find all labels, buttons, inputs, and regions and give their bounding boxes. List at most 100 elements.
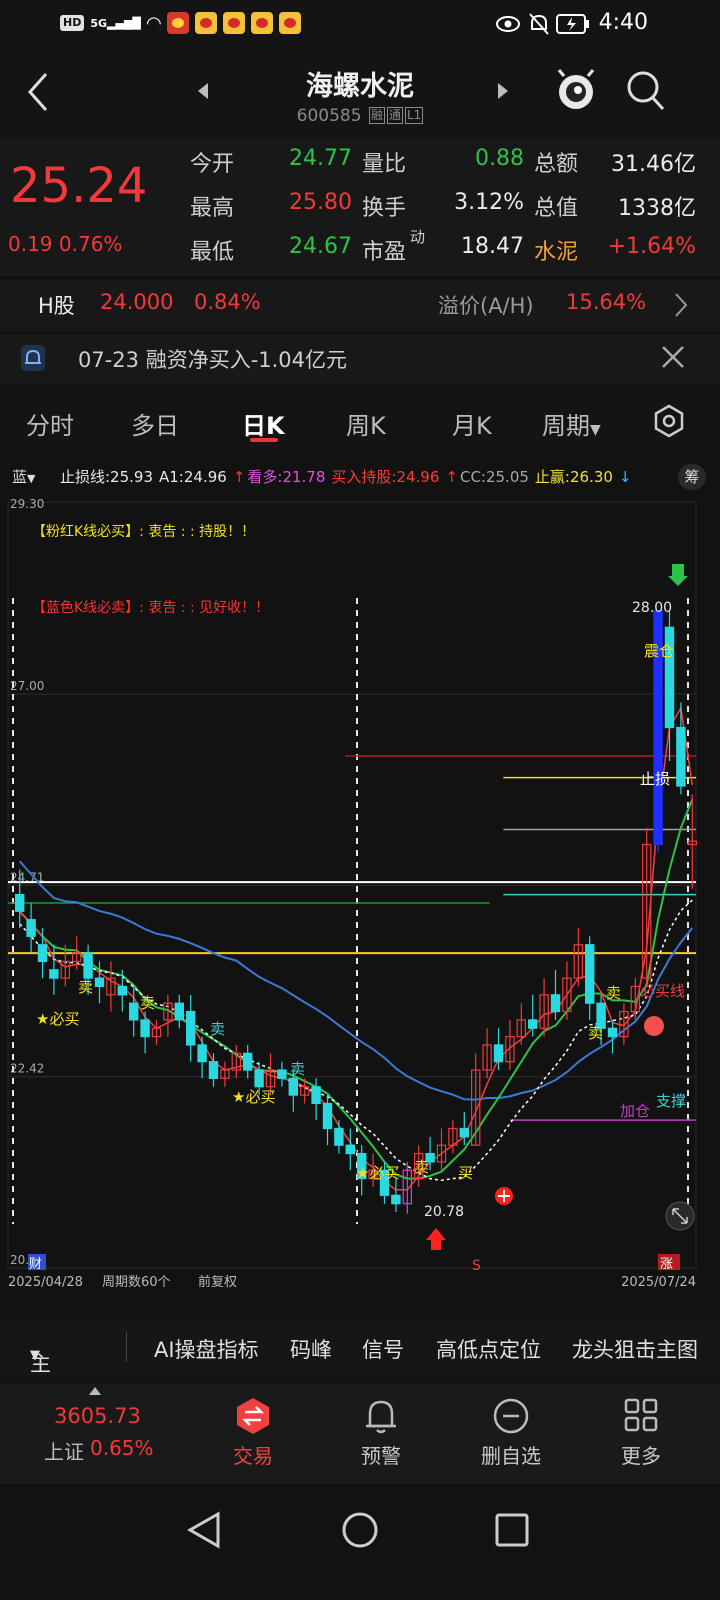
y-axis-label: 27.00 [10,679,44,693]
kline-chart[interactable]: 29.3027.0024.7122.4220.【粉红K线必买】: 衷告 : : … [0,494,720,1294]
quote-label: 今开 [190,152,235,177]
low-price-label: 20.78 [424,1204,464,1220]
h-share-price: 24.000 [100,290,174,314]
quote-label: 总值 [534,196,579,221]
sell-arrow-icon [668,564,688,586]
nav-more[interactable]: 更多 [576,1384,706,1484]
quote-label: 水泥 [534,240,579,265]
candle-body [277,1069,287,1079]
connect-tag: 通 [386,107,403,124]
toolbar-signal[interactable]: 信号 [362,1334,404,1364]
minus-circle-icon [493,1398,529,1434]
quote-value: 0.88 [475,146,524,171]
indicator-values: 止损线:25.93 A1:24.96 ↑ 看多:21.78 买入持股:24.96 ↑ CC:… [60,466,634,487]
search-icon[interactable] [626,70,666,112]
system-nav-bar [0,1484,720,1600]
signal-label: ★必买 [356,1164,399,1182]
zhang-label: 涨 [660,1257,673,1272]
theme-selector[interactable]: 蓝▼ [12,466,35,487]
caret-down-icon: ▼ [590,422,601,438]
nav-alert[interactable]: 预警 [316,1384,446,1484]
buy-arrow-icon [426,1228,446,1250]
chart-tabs: 分时 多日 日K 周K 月K 周期▼ [0,392,720,452]
signal-ball-marker [644,1016,664,1036]
high-price-label: 28.00 [632,600,672,616]
date-end-label: 2025/07/24 [621,1275,696,1290]
signal-label: 加仓 [620,1102,650,1120]
candle-body [322,1102,333,1130]
indicator-toolbar: 主图 ▼ AI操盘指标 码峰 信号 高低点定位 龙头狙击主图 [0,1320,720,1406]
wifi-icon: ◠ [146,12,161,34]
cai-label: 财 [29,1257,42,1272]
candle-body [14,894,25,912]
system-home-icon[interactable] [340,1510,380,1550]
index-value: 3605.73 [54,1404,141,1428]
robot-assistant-icon[interactable] [556,68,596,112]
bell-icon [366,1400,396,1434]
weibo-icon [222,12,245,34]
stock-code: 600585 [296,106,362,126]
quote-label: 最高 [190,196,235,221]
tab-intraday[interactable]: 分时 [26,406,74,441]
candle-body [26,919,36,937]
y-axis-label: 22.42 [10,1062,44,1076]
candle-body [94,977,105,988]
quote-label: 最低 [190,240,235,265]
candle-body [527,1019,538,1029]
index-ticker[interactable]: 3605.73 上证 0.65% [0,1384,190,1484]
tab-monthly-k[interactable]: 月K [452,406,492,441]
next-stock-icon[interactable] [496,82,510,100]
active-tab-underline [250,438,278,442]
system-recents-icon[interactable] [494,1512,530,1548]
stock-header: 海螺水泥 600585 融通 L1 [0,50,720,138]
level-tag: L1 [405,107,424,124]
signal-label: 必买线 [640,982,685,1000]
tab-multiday[interactable]: 多日 [131,406,179,441]
y-axis-label: 29.30 [10,497,44,511]
tab-period[interactable]: 周期▼ [542,406,601,441]
quote-value: 25.80 [289,190,352,215]
quote-label: 市盈 [362,240,407,265]
signal-label: 卖 [78,978,93,996]
adjust-label: 前复权 [198,1274,237,1290]
h-share-row[interactable]: H股 24.000 0.84% 溢价(A/H) 15.64% [0,280,720,332]
quote-value: 31.46亿 [611,152,696,177]
caret-up-icon [89,1387,101,1395]
tab-weekly-k[interactable]: 周K [346,406,386,441]
margin-notice[interactable]: 07-23 融资净买入-1.04亿元 [0,334,720,384]
nav-remove-watchlist[interactable]: 删自选 [446,1384,576,1484]
signal-label: 止损 [640,770,670,788]
settings-hexagon-icon[interactable] [652,404,686,438]
indicator-value: 买入持股:24.96 [331,468,440,486]
candle-body [197,1044,207,1063]
price-change: 0.19 0.76% [8,232,123,256]
signal-label: ★必买 [36,1010,79,1028]
s-marker-label: S [472,1258,481,1274]
close-icon[interactable] [660,344,686,370]
candle-body [49,969,59,979]
signal-label: 卖 [210,1020,225,1038]
signal-5g-icon: 5G▂▄▆█ [90,16,141,30]
toolbar-high-low[interactable]: 高低点定位 [436,1334,541,1364]
tab-daily-k[interactable]: 日K [242,406,285,441]
nav-trade[interactable]: 交易 [188,1384,318,1484]
quote-label-sup: 动 [410,228,426,246]
candle-body [493,1044,504,1063]
toolbar-ai-indicator[interactable]: AI操盘指标 [154,1334,259,1364]
eye-icon [496,16,520,32]
trade-icon [237,1398,269,1434]
candle-body [254,1069,264,1088]
indicator-bar: 蓝▼ 止损线:25.93 A1:24.96 ↑ 看多:21.78 买入持股:24.96 ↑… [0,462,720,494]
indicator-value: 止损线:25.93 [60,468,153,486]
candle-body [334,1127,344,1146]
toolbar-leader-snipe[interactable]: 龙头狙击主图 [572,1334,698,1364]
candle-body [140,1019,150,1038]
candle-body [37,944,48,963]
caret-down-icon: ▼ [30,1348,40,1363]
chips-button[interactable]: 筹 [678,464,706,490]
signal-label: 卖 [606,984,621,1002]
premium-label: 溢价(A/H) [438,294,534,318]
system-back-icon[interactable] [186,1510,222,1550]
candle-body [174,1002,185,1021]
toolbar-chip-peak[interactable]: 码峰 [290,1334,332,1364]
